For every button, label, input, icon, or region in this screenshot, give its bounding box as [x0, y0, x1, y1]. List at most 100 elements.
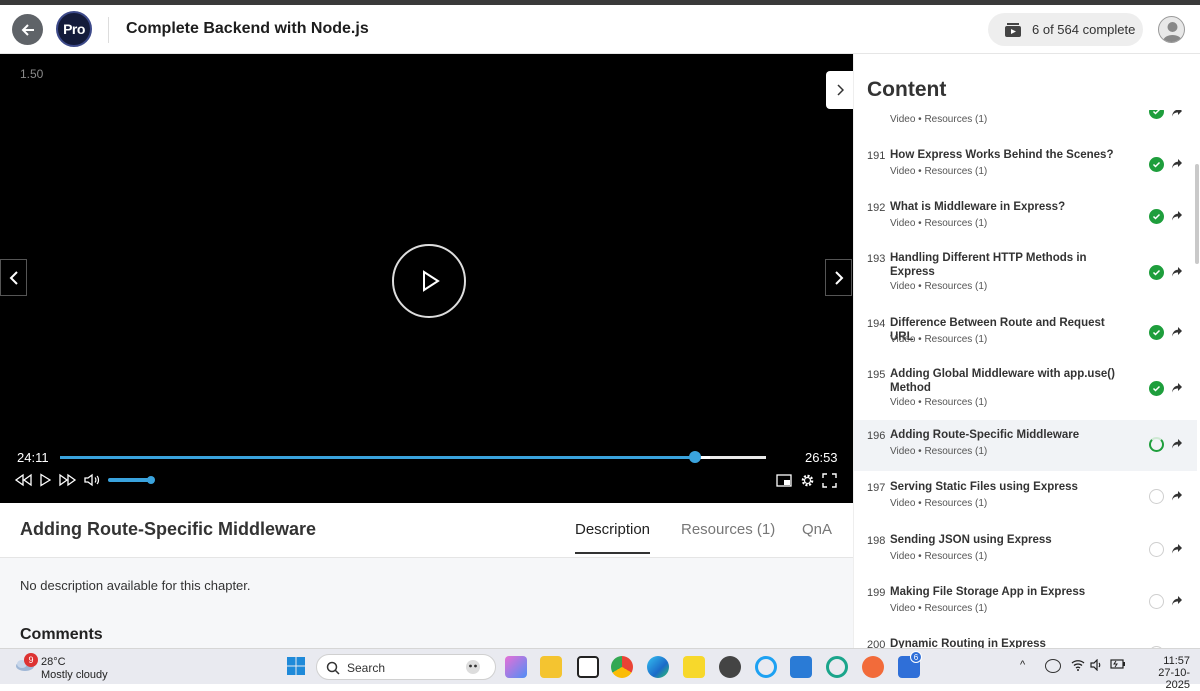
app-icon[interactable] [719, 656, 741, 678]
settings-button[interactable] [799, 472, 815, 488]
speaker-icon[interactable] [1090, 658, 1104, 674]
chapter-details: Adding Route-Specific Middleware Descrip… [0, 503, 853, 648]
playback-speed: 1.50 [20, 67, 44, 81]
postman-icon[interactable] [862, 656, 884, 678]
share-arrow-icon[interactable] [1171, 158, 1183, 170]
content-list-item[interactable]: 197 Serving Static Files using Express Vid… [854, 472, 1197, 523]
item-title: How Express Works Behind the Scenes? [890, 149, 1114, 161]
copilot-icon[interactable] [505, 656, 527, 678]
video-player[interactable]: 1.50 24:11 26:53 [0, 54, 853, 503]
share-arrow-icon[interactable] [1171, 266, 1183, 278]
search-icon [326, 661, 340, 675]
item-meta: Video • Resources (1) [890, 114, 988, 125]
share-arrow-icon[interactable] [1171, 543, 1183, 555]
content-list-item[interactable]: 198 Sending JSON using Express Video • Res… [854, 525, 1197, 576]
item-number: 192 [867, 202, 886, 214]
file-explorer-icon[interactable] [540, 656, 562, 678]
seek-handle[interactable] [689, 451, 702, 463]
volume-slider[interactable] [108, 476, 155, 484]
sidebar-heading: Content [867, 78, 947, 101]
taskbar-search[interactable]: Search [316, 654, 496, 680]
fast-forward-icon [59, 473, 77, 487]
back-button[interactable] [12, 14, 43, 45]
play-button[interactable] [38, 472, 52, 488]
edge-icon[interactable] [647, 656, 669, 678]
tab-resources[interactable]: Resources (1) [681, 521, 775, 552]
play-button-large[interactable] [392, 244, 466, 318]
user-avatar[interactable] [1158, 16, 1185, 43]
temperature: 28°C [41, 656, 66, 668]
incomplete-circle-icon [1149, 542, 1164, 557]
notion-icon[interactable] [577, 656, 599, 678]
content-list-item[interactable]: 194 Difference Between Route and Request … [854, 308, 1197, 359]
fast-forward-button[interactable] [59, 472, 77, 488]
picture-in-picture-button[interactable] [776, 472, 792, 488]
share-arrow-icon[interactable] [1171, 490, 1183, 502]
share-arrow-icon[interactable] [1171, 326, 1183, 338]
content-list-item[interactable]: 193 Handling Different HTTP Methods in Ex… [854, 243, 1197, 305]
item-number: 198 [867, 535, 886, 547]
sidebar-scrollbar[interactable] [1195, 164, 1199, 264]
item-meta: Video • Resources (1) [890, 498, 988, 509]
item-number: 197 [867, 482, 886, 494]
item-meta: Video • Resources (1) [890, 281, 988, 292]
content-sidebar: Content Video • Resources (1) 191 How Exp… [853, 54, 1200, 648]
rewind-button[interactable] [14, 472, 32, 488]
incomplete-circle-icon [1149, 594, 1164, 609]
header-divider [108, 17, 109, 43]
brand-logo[interactable]: Pro [56, 11, 92, 47]
mute-button[interactable] [84, 472, 100, 488]
progress-text: 6 of 564 complete [1032, 22, 1136, 37]
toggle-sidebar-button[interactable] [826, 71, 853, 109]
previous-chapter-button[interactable] [0, 259, 27, 296]
sync-icon[interactable] [1045, 659, 1061, 673]
share-arrow-icon[interactable] [1171, 382, 1183, 394]
chapter-description: No description available for this chapte… [20, 578, 251, 593]
incomplete-circle-icon [1149, 489, 1164, 504]
content-list-item[interactable]: 199 Making File Storage App in Express Vid… [854, 577, 1197, 628]
chrome-icon[interactable] [611, 656, 633, 678]
vscode-icon[interactable] [790, 656, 812, 678]
completed-check-icon [1149, 157, 1164, 172]
battery-icon[interactable] [1110, 659, 1126, 672]
chapter-title-bar: Adding Route-Specific Middleware Descrip… [0, 503, 853, 558]
fullscreen-button[interactable] [821, 472, 837, 488]
windows-start-icon[interactable] [286, 656, 308, 678]
search-highlight-icon [466, 660, 480, 674]
todo-icon[interactable]: 6 [898, 651, 922, 678]
tab-qna[interactable]: QnA [802, 521, 832, 552]
content-list-item[interactable]: 195 Adding Global Middleware with app.use… [854, 359, 1197, 421]
content-list-item[interactable]: 196 Adding Route-Specific Middleware Video… [854, 420, 1197, 471]
chevron-right-icon [834, 270, 843, 285]
tab-description[interactable]: Description [575, 521, 651, 554]
weather-condition: Mostly cloudy [41, 669, 108, 681]
share-arrow-icon[interactable] [1171, 595, 1183, 607]
system-clock[interactable]: 11:57 27-10-2025 [1150, 655, 1190, 691]
completed-check-icon [1149, 325, 1164, 340]
share-arrow-icon[interactable] [1171, 438, 1183, 450]
in-progress-icon [1149, 437, 1164, 452]
item-number: 199 [867, 587, 886, 599]
cortana-icon[interactable] [755, 656, 777, 678]
rewind-icon [14, 473, 32, 487]
sticky-notes-icon[interactable] [683, 656, 705, 678]
content-list-item[interactable]: 191 How Express Works Behind the Scenes? V… [854, 140, 1197, 191]
item-meta: Video • Resources (1) [890, 397, 988, 408]
content-list-item[interactable]: 192 What is Middleware in Express? Video •… [854, 192, 1197, 243]
item-title: Making File Storage App in Express [890, 586, 1086, 598]
seek-bar[interactable] [60, 451, 766, 463]
app-icon[interactable] [826, 656, 848, 678]
volume-icon [84, 473, 100, 487]
course-progress-pill[interactable]: 6 of 564 complete [988, 13, 1143, 46]
item-meta: Video • Resources (1) [890, 551, 988, 562]
comments-heading: Comments [20, 626, 103, 643]
content-list-item[interactable]: 200 Dynamic Routing in Express [854, 629, 1197, 648]
item-meta: Video • Resources (1) [890, 218, 988, 229]
wifi-icon[interactable] [1071, 659, 1085, 674]
chevron-up-icon[interactable]: ^ [1020, 659, 1025, 671]
volume-handle[interactable] [147, 476, 155, 484]
share-arrow-icon[interactable] [1171, 210, 1183, 222]
item-meta: Video • Resources (1) [890, 446, 988, 457]
next-chapter-button[interactable] [825, 259, 852, 296]
item-meta: Video • Resources (1) [890, 334, 988, 345]
